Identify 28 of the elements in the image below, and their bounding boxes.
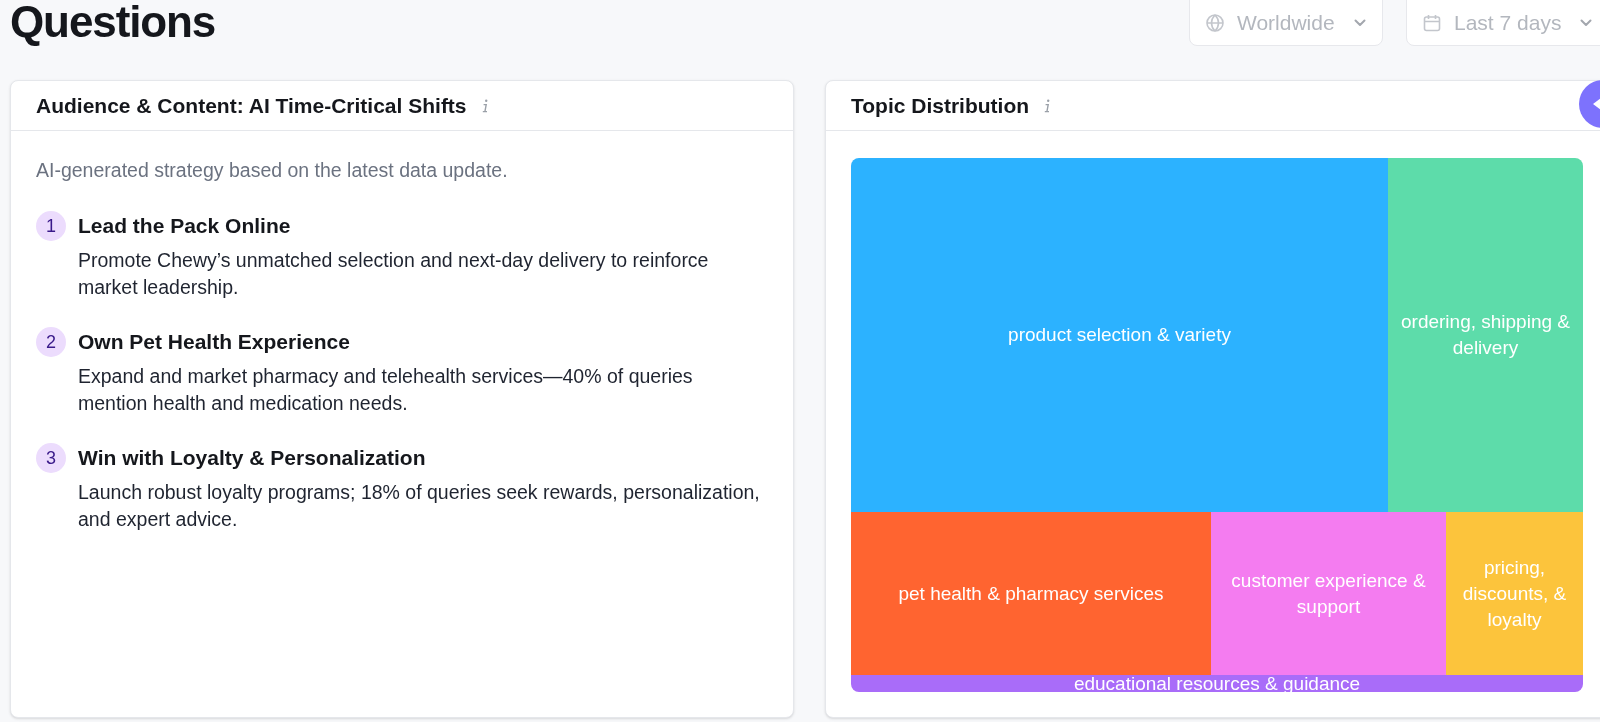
treemap-label: product selection & variety bbox=[1008, 323, 1231, 347]
step-description: Promote Chewy’s unmatched selection and next-day delivery to reinforce market leadership. bbox=[78, 248, 710, 300]
step-title: Own Pet Health Experience bbox=[78, 329, 351, 355]
caret-icon bbox=[1593, 98, 1600, 110]
step-description: Expand and market pharmacy and telehealth services—40% of queries mention health and medication needs. bbox=[78, 364, 694, 416]
globe-icon bbox=[1206, 14, 1224, 32]
card-title: Topic Distribution bbox=[851, 92, 1030, 119]
intro-text: AI-generated strategy based on the latest data update. bbox=[36, 158, 509, 182]
location-dropdown[interactable]: Worldwide bbox=[1189, 0, 1383, 46]
number-badge: 2 bbox=[36, 327, 66, 357]
calendar-icon bbox=[1423, 14, 1441, 32]
treemap-label: educational resources & guidance bbox=[1073, 675, 1361, 692]
treemap-label: ordering, shipping & delivery bbox=[1400, 310, 1571, 360]
step-title: Lead the Pack Online bbox=[78, 213, 292, 239]
chevron-down-icon bbox=[1580, 19, 1592, 27]
info-icon bbox=[480, 98, 489, 113]
page-title: Questions bbox=[10, 0, 216, 44]
number-badge: 3 bbox=[36, 443, 66, 473]
chevron-down-icon bbox=[1354, 19, 1366, 27]
step-description: Launch robust loyalty programs; 18% of queries seek rewards, personalization, and expert advice. bbox=[78, 480, 761, 532]
treemap-label: pricing, discounts, & loyalty bbox=[1461, 555, 1568, 632]
treemap-label: customer experience & support bbox=[1230, 568, 1427, 619]
step-title: Win with Loyalty & Personalization bbox=[78, 445, 427, 471]
info-icon bbox=[1043, 98, 1052, 113]
number-badge: 1 bbox=[36, 211, 66, 241]
date-range-dropdown[interactable]: Last 7 days bbox=[1406, 0, 1600, 46]
treemap-label: pet health & pharmacy services bbox=[898, 581, 1164, 606]
card-title: Audience & Content: AI Time-Critical Shifts bbox=[36, 92, 467, 119]
